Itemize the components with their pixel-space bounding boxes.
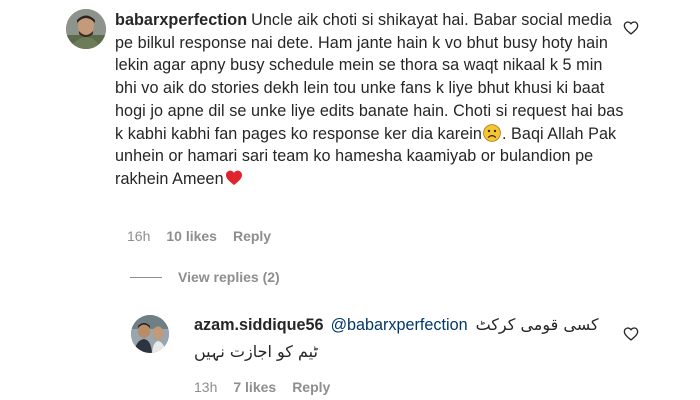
reply-text-line1: کسی قومی کرکٹ <box>475 315 599 334</box>
avatar[interactable] <box>66 9 106 49</box>
avatar[interactable] <box>131 315 169 353</box>
comment-text-part1: Uncle aik choti si shikayat hai. Babar s… <box>115 11 624 143</box>
comment-thread: babarxperfection Uncle aik choti si shika… <box>0 0 700 400</box>
comment-body: babarxperfection Uncle aik choti si shika… <box>115 9 625 191</box>
reply-text-line2: ٹیم کو اجازت نہیں <box>194 342 318 361</box>
mention-link[interactable]: @babarxperfection <box>331 314 468 337</box>
divider-line <box>130 276 162 278</box>
like-heart-icon[interactable] <box>623 20 639 36</box>
comment-likes[interactable]: 10 likes <box>166 228 217 244</box>
comment-username[interactable]: babarxperfection <box>115 11 247 29</box>
reply-username[interactable]: azam.siddique56 <box>194 314 324 337</box>
reply-likes[interactable]: 7 likes <box>233 379 276 395</box>
reply-button[interactable]: Reply <box>233 228 271 244</box>
comment-time[interactable]: 16h <box>127 228 150 244</box>
view-replies-button[interactable]: View replies (2) <box>130 268 280 286</box>
view-replies-label[interactable]: View replies (2) <box>178 269 280 285</box>
like-heart-icon[interactable] <box>623 326 639 342</box>
reply-time[interactable]: 13h <box>194 379 217 395</box>
reply-button[interactable]: Reply <box>292 379 330 395</box>
comment-meta: 16h 10 likes Reply <box>127 228 271 244</box>
sad-face-emoji-icon <box>483 123 501 142</box>
red-heart-emoji-icon <box>225 169 243 187</box>
reply-meta: 13h 7 likes Reply <box>194 379 330 395</box>
reply-body: azam.siddique56 @babarxperfection کسی قو… <box>194 313 634 363</box>
